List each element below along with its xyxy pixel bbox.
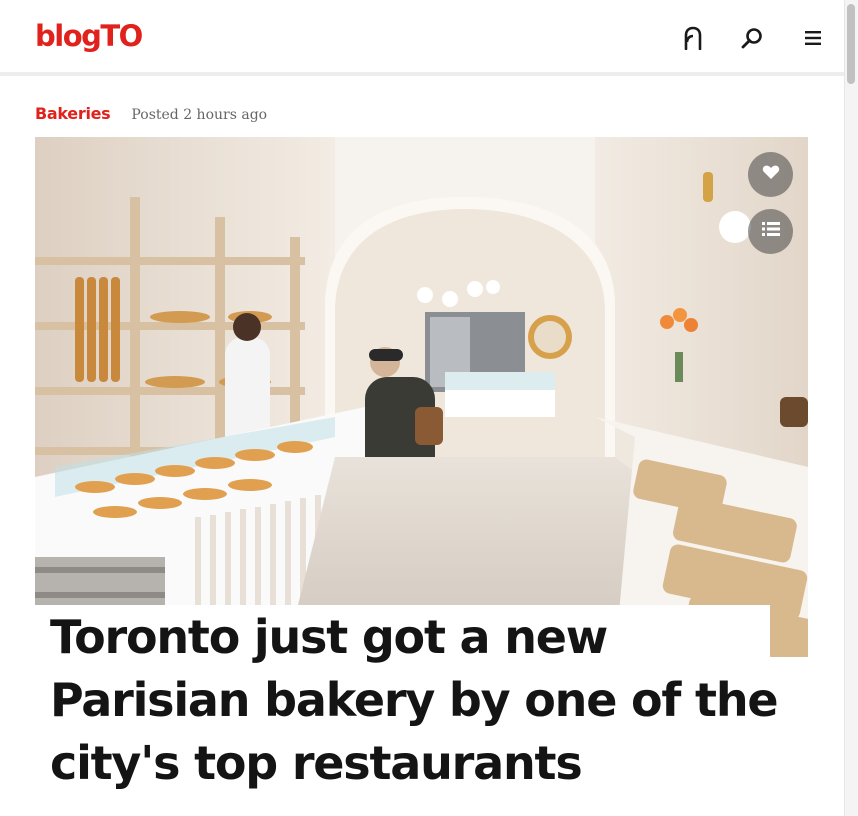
scrollbar-thumb[interactable] <box>847 4 855 84</box>
category-link[interactable]: Bakeries <box>35 104 111 123</box>
hero-image <box>35 137 808 657</box>
search-icon[interactable] <box>738 24 766 52</box>
user-icon[interactable] <box>679 24 707 52</box>
table-of-contents-button[interactable] <box>748 209 793 254</box>
menu-icon[interactable] <box>799 24 827 52</box>
site-logo[interactable]: blogTO <box>35 19 143 53</box>
article-title: Toronto just got a new Parisian bakery b… <box>50 610 779 790</box>
site-header: blogTO <box>0 0 844 76</box>
scrollbar-track[interactable] <box>844 0 858 816</box>
posted-time: Posted 2 hours ago <box>131 107 268 123</box>
article-meta: Bakeries Posted 2 hours ago <box>35 104 267 128</box>
like-button[interactable] <box>748 152 793 197</box>
heart-icon <box>762 164 780 185</box>
list-icon <box>761 222 780 241</box>
